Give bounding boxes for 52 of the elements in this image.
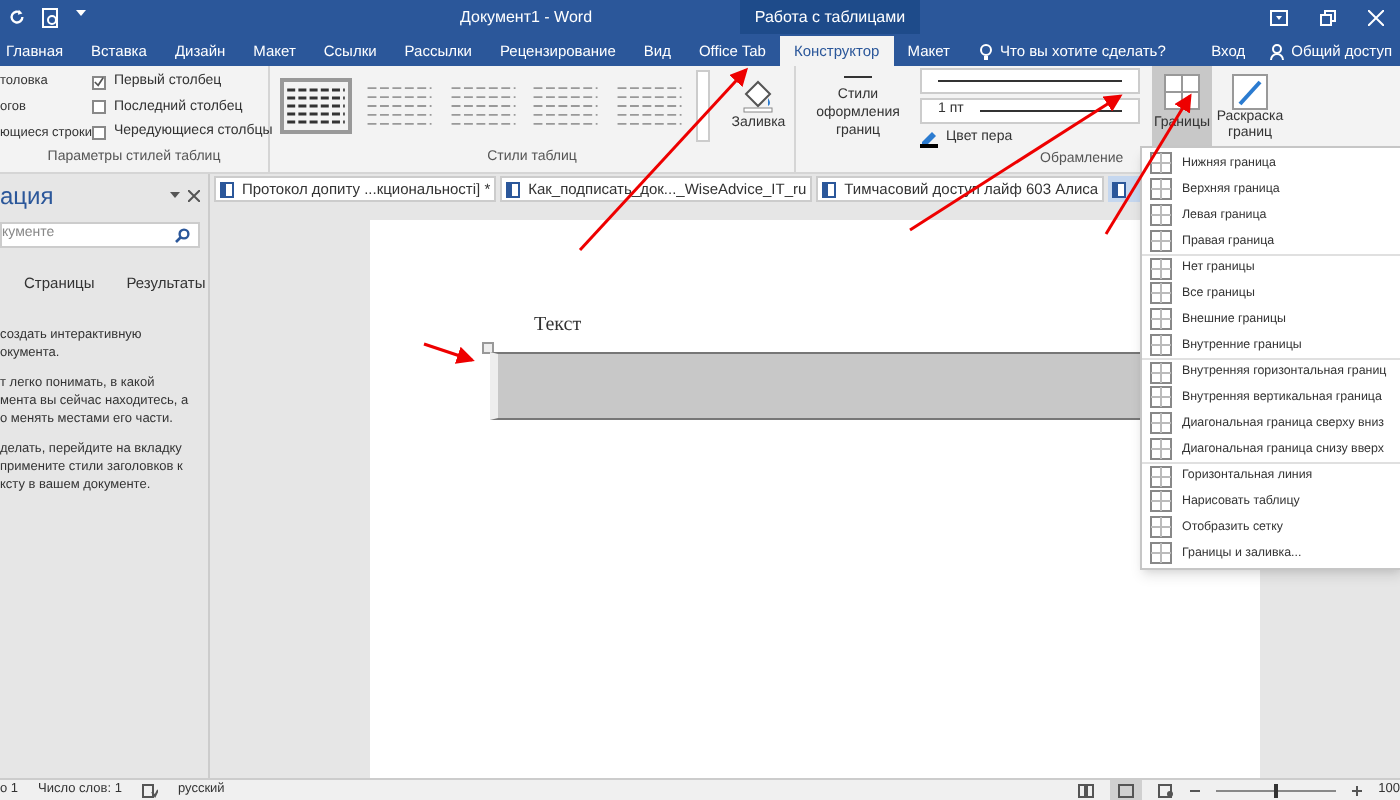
border-option-icon — [1150, 438, 1172, 460]
border-option-icon — [1150, 542, 1172, 564]
print-layout-icon[interactable] — [1110, 780, 1143, 800]
border-option-icon — [1150, 412, 1172, 434]
checkbox[interactable] — [91, 125, 106, 140]
word-file-icon — [822, 181, 837, 197]
context-tab-title: Работа с таблицами — [740, 0, 920, 34]
zoom-in-icon[interactable] — [1352, 785, 1363, 795]
close-icon[interactable] — [188, 190, 200, 202]
pane-title: ация — [0, 180, 54, 214]
proofing-icon[interactable] — [141, 783, 158, 797]
checkbox[interactable] — [91, 75, 106, 90]
border-option-icon — [1150, 257, 1172, 279]
border-option-icon — [1150, 178, 1172, 200]
lightbulb-icon — [979, 43, 992, 59]
paint-bucket-icon — [740, 78, 777, 114]
pen-color-icon — [920, 129, 938, 148]
border-painter-icon — [1232, 74, 1268, 110]
word-file-icon — [1112, 181, 1127, 197]
border-option-icon — [1150, 152, 1172, 174]
table-move-handle[interactable] — [482, 342, 494, 354]
annotation-arrow — [423, 342, 475, 364]
restore-icon[interactable] — [1320, 9, 1336, 25]
border-option-icon — [1150, 334, 1172, 356]
web-layout-icon[interactable] — [1158, 783, 1175, 797]
print-preview-icon[interactable] — [42, 7, 60, 27]
border-option-icon — [1150, 361, 1172, 383]
border-option-icon — [1150, 230, 1172, 252]
border-option-icon — [1150, 308, 1172, 330]
dropdown-icon[interactable] — [170, 192, 180, 200]
border-option-icon — [1150, 516, 1172, 538]
document-text: Текст — [534, 312, 582, 340]
dropdown-icon[interactable] — [76, 7, 86, 17]
table-style-thumbnail[interactable] — [280, 78, 352, 135]
border-option-icon — [1150, 386, 1172, 408]
border-option-icon — [1150, 204, 1172, 226]
read-mode-icon[interactable] — [1078, 783, 1095, 797]
word-file-icon — [506, 181, 521, 197]
line-style-dropdown[interactable] — [920, 68, 1140, 94]
ribbon-display-icon[interactable] — [1270, 9, 1288, 25]
border-option-icon — [1150, 465, 1172, 487]
window-title: Документ1 - Word — [460, 5, 595, 29]
zoom-slider-thumb[interactable] — [1274, 783, 1279, 797]
search-icon — [174, 227, 190, 243]
redo-icon[interactable] — [8, 7, 26, 25]
gallery-scrollbar[interactable] — [696, 70, 711, 143]
zoom-out-icon[interactable] — [1190, 785, 1201, 795]
person-icon — [1269, 43, 1284, 59]
word-file-icon — [220, 181, 234, 197]
checkbox[interactable] — [91, 100, 106, 115]
border-option-icon — [1150, 490, 1172, 512]
border-option-icon — [1150, 282, 1172, 304]
